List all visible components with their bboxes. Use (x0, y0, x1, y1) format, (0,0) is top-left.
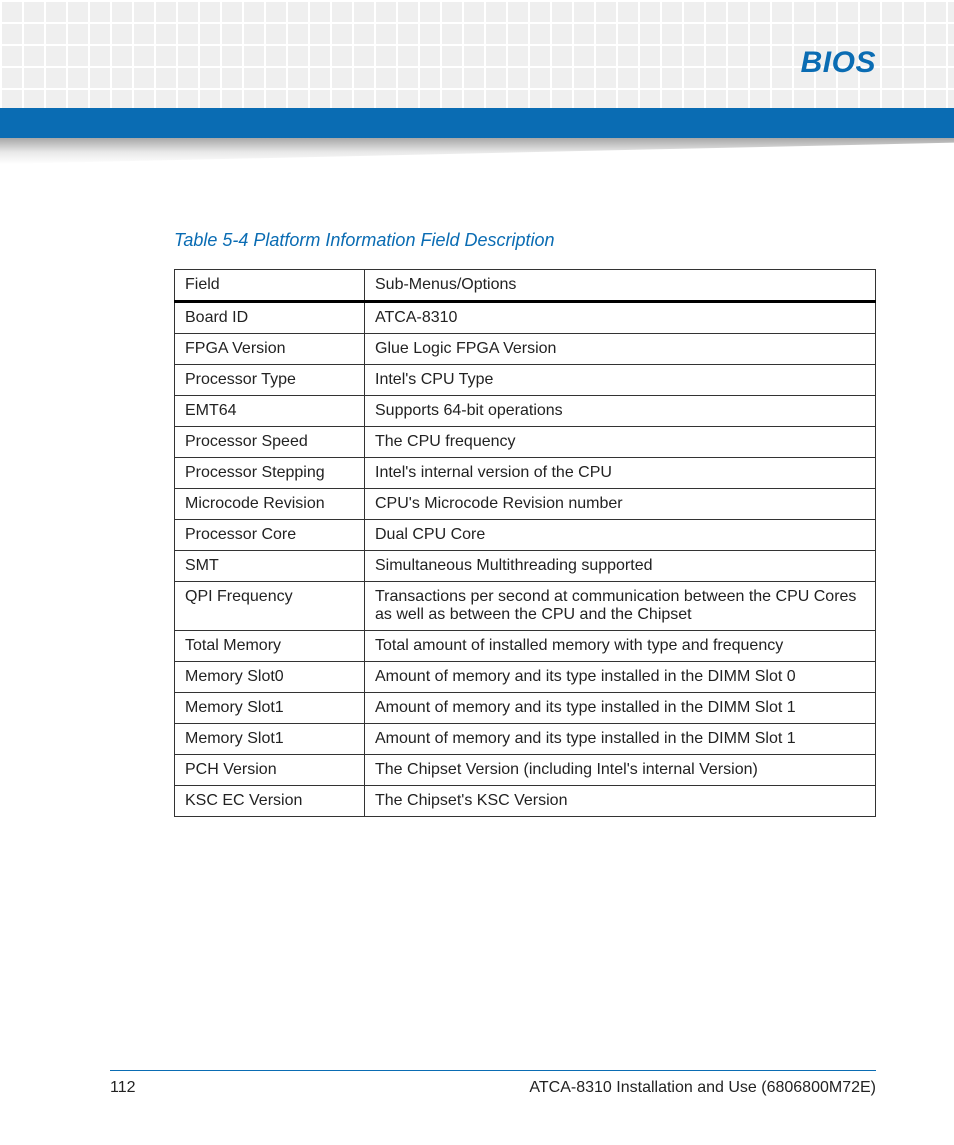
table-row: FPGA VersionGlue Logic FPGA Version (175, 334, 876, 365)
cell-field: Memory Slot0 (175, 662, 365, 693)
cell-options: Glue Logic FPGA Version (365, 334, 876, 365)
cell-options: The Chipset Version (including Intel's i… (365, 755, 876, 786)
table-row: Board IDATCA-8310 (175, 302, 876, 334)
table-row: Microcode RevisionCPU's Microcode Revisi… (175, 489, 876, 520)
cell-options: Simultaneous Multithreading supported (365, 551, 876, 582)
header-gray-wedge (0, 138, 954, 164)
cell-options: CPU's Microcode Revision number (365, 489, 876, 520)
cell-field: Memory Slot1 (175, 724, 365, 755)
cell-field: Processor Core (175, 520, 365, 551)
cell-options: Intel's internal version of the CPU (365, 458, 876, 489)
cell-options: ATCA-8310 (365, 302, 876, 334)
cell-options: Amount of memory and its type installed … (365, 662, 876, 693)
table-caption: Table 5-4 Platform Information Field Des… (174, 230, 876, 251)
header-blue-bar (0, 108, 954, 138)
table-row: Memory Slot1Amount of memory and its typ… (175, 693, 876, 724)
doc-title: ATCA-8310 Installation and Use (6806800M… (529, 1079, 876, 1097)
cell-options: Total amount of installed memory with ty… (365, 631, 876, 662)
table-row: Processor CoreDual CPU Core (175, 520, 876, 551)
cell-field: EMT64 (175, 396, 365, 427)
page-footer: 112 ATCA-8310 Installation and Use (6806… (110, 1070, 876, 1097)
table-row: KSC EC VersionThe Chipset's KSC Version (175, 786, 876, 817)
cell-field: PCH Version (175, 755, 365, 786)
cell-options: Intel's CPU Type (365, 365, 876, 396)
platform-info-table: Field Sub-Menus/Options Board IDATCA-831… (174, 269, 876, 817)
cell-options: The Chipset's KSC Version (365, 786, 876, 817)
cell-options: Dual CPU Core (365, 520, 876, 551)
cell-field: Processor Stepping (175, 458, 365, 489)
cell-field: Board ID (175, 302, 365, 334)
table-row: Processor TypeIntel's CPU Type (175, 365, 876, 396)
col-header-field: Field (175, 270, 365, 302)
cell-field: FPGA Version (175, 334, 365, 365)
cell-field: QPI Frequency (175, 582, 365, 631)
table-row: PCH VersionThe Chipset Version (includin… (175, 755, 876, 786)
col-header-options: Sub-Menus/Options (365, 270, 876, 302)
table-row: Memory Slot0Amount of memory and its typ… (175, 662, 876, 693)
cell-options: Amount of memory and its type installed … (365, 693, 876, 724)
cell-field: Processor Type (175, 365, 365, 396)
table-row: Total MemoryTotal amount of installed me… (175, 631, 876, 662)
cell-options: Amount of memory and its type installed … (365, 724, 876, 755)
cell-field: Memory Slot1 (175, 693, 365, 724)
footer-rule (110, 1070, 876, 1071)
table-row: Memory Slot1Amount of memory and its typ… (175, 724, 876, 755)
page-number: 112 (110, 1079, 136, 1097)
cell-field: Total Memory (175, 631, 365, 662)
cell-options: The CPU frequency (365, 427, 876, 458)
cell-options: Transactions per second at communication… (365, 582, 876, 631)
cell-options: Supports 64-bit operations (365, 396, 876, 427)
table-row: EMT64Supports 64-bit operations (175, 396, 876, 427)
cell-field: Microcode Revision (175, 489, 365, 520)
section-title: BIOS (801, 46, 876, 80)
cell-field: SMT (175, 551, 365, 582)
table-row: SMTSimultaneous Multithreading supported (175, 551, 876, 582)
table-row: Processor SteppingIntel's internal versi… (175, 458, 876, 489)
table-header-row: Field Sub-Menus/Options (175, 270, 876, 302)
table-row: QPI FrequencyTransactions per second at … (175, 582, 876, 631)
page-content: Table 5-4 Platform Information Field Des… (174, 230, 876, 817)
table-row: Processor SpeedThe CPU frequency (175, 427, 876, 458)
cell-field: KSC EC Version (175, 786, 365, 817)
cell-field: Processor Speed (175, 427, 365, 458)
